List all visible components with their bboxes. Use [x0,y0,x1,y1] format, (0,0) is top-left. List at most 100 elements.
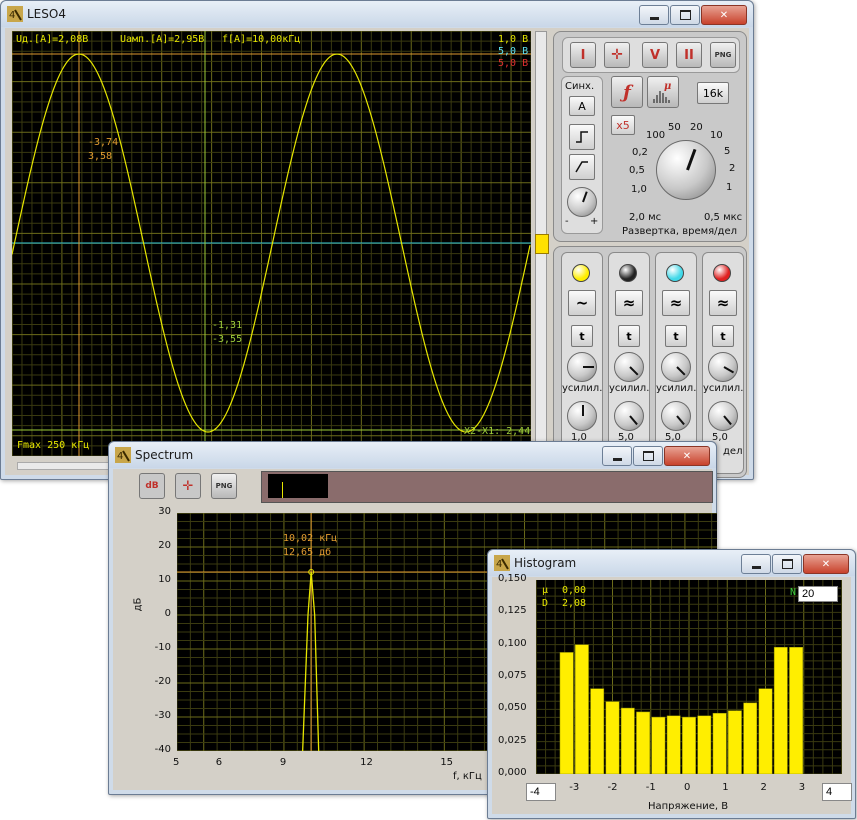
channel-b-time-button[interactable]: t [618,325,640,347]
spectrum-icon: μ [653,81,671,103]
db-button[interactable]: dB [139,473,165,499]
channel-c-led[interactable] [666,264,684,282]
dial-label-100: 100 [646,130,666,141]
function-button[interactable]: ƒ [611,76,643,108]
current-label: I [580,47,586,63]
spectrum-xtick: 12 [360,757,373,768]
trigger-level-marker[interactable] [535,234,549,254]
histogram-bar [758,688,773,774]
channel-b-led[interactable] [619,264,637,282]
dial-label-50: 50 [668,122,681,133]
channel-b-coupling-button[interactable]: ≈ [615,290,643,316]
max-voltage-input[interactable] [822,783,852,801]
save-png-button[interactable]: PNG [710,42,736,68]
spectrum-ytick: 20 [158,540,171,551]
falling-edge-button[interactable] [569,154,595,180]
spectrum-png-button[interactable]: PNG [211,473,237,499]
spectrum-cursor-button[interactable]: ✛ [175,473,201,499]
cursor2-value-1: -1,31 [212,320,243,331]
sync-level-knob[interactable] [567,187,597,217]
histogram-xtick: 2 [760,782,767,793]
maximize-icon [679,10,691,20]
voltage-button[interactable]: V [642,42,668,68]
channel-c-time-button[interactable]: t [665,325,687,347]
channel-b-offset-knob[interactable] [614,352,644,382]
peak-freq-label: 10,02 кГц [283,533,338,544]
pause-button[interactable]: II [676,42,702,68]
spectrum-button[interactable]: μ [647,76,679,108]
mu-label: μ [542,585,549,596]
gain-label: усилил. [703,383,744,394]
spectrum-titlebar[interactable]: 4 Spectrum ✕ [109,442,716,468]
minimize-button[interactable] [602,446,632,466]
fmax-label: Fmax 250 кГц [17,440,90,451]
minimize-button[interactable] [639,5,669,25]
n-bins-input[interactable] [798,586,838,602]
window-title: Histogram [514,556,577,570]
oscilloscope-plot[interactable]: Uд.[A]=2,08В Uамп.[A]=2,95В f[A]=10,00кГ… [12,31,531,456]
svg-text:4: 4 [496,559,502,570]
channel-c-coupling-button[interactable]: ≈ [662,290,690,316]
close-button[interactable]: ✕ [664,446,710,466]
rising-edge-button[interactable] [569,124,595,150]
channel-d-coupling-button[interactable]: ≈ [709,290,737,316]
channel-a-offset-knob[interactable] [567,352,597,382]
spectrum-ytick: 30 [158,506,171,517]
channel-d-offset-knob[interactable] [708,352,738,382]
histogram-window: 4 Histogram ✕ μ 0,00 D 2,08 N Напряжение… [487,549,856,819]
wave-icon: ≈ [622,294,636,312]
current-button[interactable]: I [570,42,596,68]
svg-text:4: 4 [117,451,123,462]
spectrum-overview[interactable] [261,471,713,503]
buffer-size-button[interactable]: 16k [697,82,729,104]
channel-a-led[interactable] [572,264,590,282]
channel-a-time-button[interactable]: t [571,325,593,347]
timebase-knob[interactable] [656,140,716,200]
maximize-button[interactable] [633,446,663,466]
channel-c-offset-knob[interactable] [661,352,691,382]
histogram-xtick: 1 [722,782,729,793]
close-button[interactable]: ✕ [701,5,747,25]
cursor-button[interactable]: ✛ [604,42,630,68]
histogram-titlebar[interactable]: 4 Histogram ✕ [488,550,855,576]
sync-channel-label: A [578,99,586,113]
histogram-plot[interactable]: μ 0,00 D 2,08 N [536,580,842,774]
histogram-svg [536,580,842,774]
overview-window[interactable] [268,474,328,498]
cursor1-value-1: -3,74 [88,137,119,148]
channel-b-gain-knob[interactable] [614,401,644,431]
rising-edge-icon [576,131,588,143]
maximize-button[interactable] [772,554,802,574]
min-voltage-input[interactable] [526,783,556,801]
spectrum-xtick: 9 [279,757,287,768]
close-icon: ✕ [821,558,831,570]
time-label: t [579,329,585,343]
maximize-button[interactable] [670,5,700,25]
histogram-ytick: 0,075 [498,670,527,681]
readout-uamp: Uамп.[A]=2,95В [120,34,205,45]
wave-icon: ≈ [716,294,730,312]
channel-d-led[interactable] [713,264,731,282]
close-button[interactable]: ✕ [803,554,849,574]
sweep-label: Развертка, время/дел [622,226,737,237]
histogram-bar [682,716,696,774]
channel-d-gain-knob[interactable] [708,401,738,431]
histogram-bar [590,688,605,774]
channel-d-time-button[interactable]: t [712,325,734,347]
channel-a-coupling-button[interactable]: ~ [568,290,596,316]
png-icon: PNG [714,51,732,59]
minimize-button[interactable] [741,554,771,574]
x5-button[interactable]: x5 [611,115,635,135]
spectrum-ytick: 0 [164,608,171,619]
svg-text:4: 4 [9,10,15,21]
readout-ud: Uд.[A]=2,08В [16,34,89,45]
channel-c-gain-knob[interactable] [661,401,691,431]
function-icon: ƒ [623,81,631,103]
leso4-titlebar[interactable]: 4 LESO4 ✕ [1,1,753,27]
sync-channel-a-button[interactable]: A [569,96,595,116]
channel-a-gain-knob[interactable] [567,401,597,431]
spectrum-xtick: 5 [173,757,180,768]
buffer-size-label: 16k [702,86,724,100]
close-icon: ✕ [719,9,729,21]
spectrum-xtick: 15 [440,757,454,768]
